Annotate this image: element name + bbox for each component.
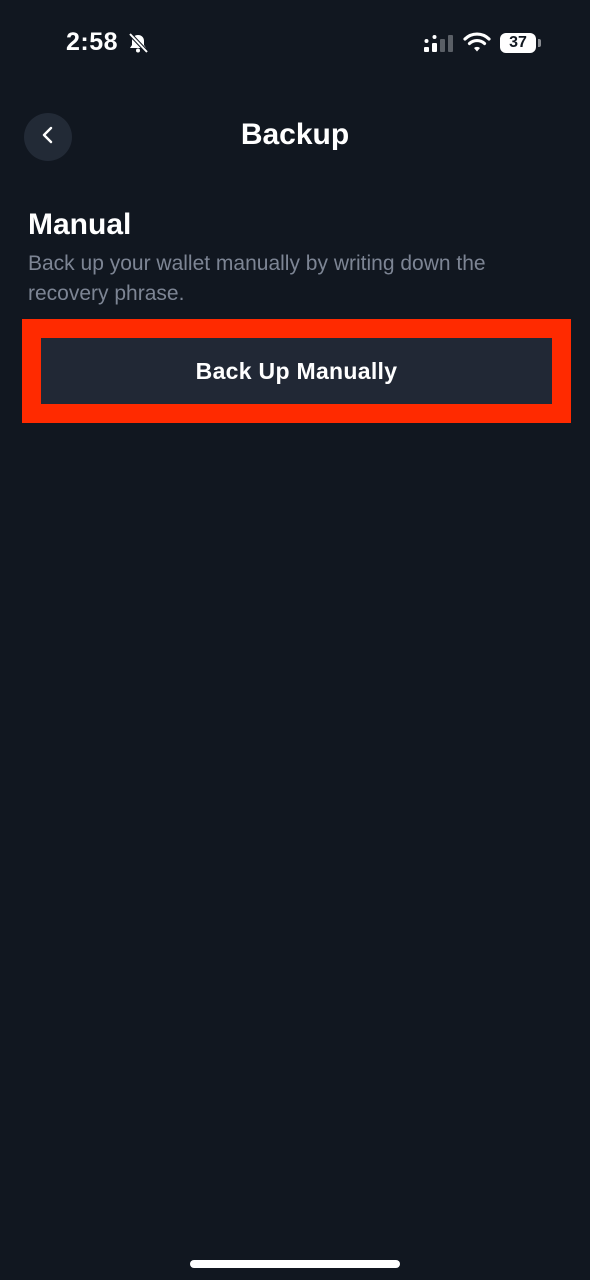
battery-tip (538, 39, 541, 47)
signal-icon (422, 32, 454, 54)
status-bar: 2:58 37 (0, 0, 590, 90)
status-time: 2:58 (66, 28, 119, 56)
battery-icon: 37 (500, 33, 536, 53)
wifi-icon (463, 31, 491, 53)
home-indicator[interactable] (190, 1260, 400, 1268)
back-up-manually-button[interactable]: Back Up Manually (41, 338, 552, 404)
page-title: Backup (240, 118, 350, 151)
bell-slash-icon (127, 32, 149, 54)
section-title: Manual (28, 208, 132, 241)
section-description: Back up your wallet manually by writing … (28, 252, 486, 305)
